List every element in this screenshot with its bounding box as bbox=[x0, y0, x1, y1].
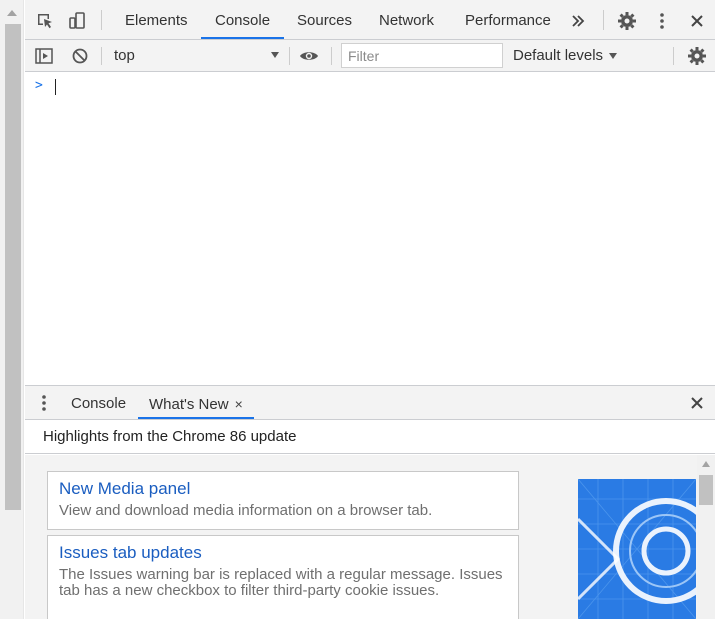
drawer-tab-whats-new-label: What's New bbox=[149, 396, 229, 413]
text-cursor bbox=[55, 79, 56, 95]
feature-card-title[interactable]: Issues tab updates bbox=[59, 543, 507, 563]
close-tab-icon[interactable]: × bbox=[235, 396, 243, 412]
close-drawer-icon[interactable] bbox=[685, 391, 709, 415]
feature-card[interactable]: Issues tab updates The Issues warning ba… bbox=[47, 535, 519, 619]
console-prompt-area[interactable]: > bbox=[25, 73, 715, 385]
context-select-value: top bbox=[114, 47, 135, 64]
drawer-menu-icon[interactable] bbox=[35, 392, 53, 414]
console-toolbar: top Default levels bbox=[25, 40, 715, 72]
dropdown-caret-icon bbox=[271, 52, 279, 58]
scroll-up-arrow-icon[interactable] bbox=[7, 10, 17, 16]
scrollbar-thumb[interactable] bbox=[699, 475, 713, 505]
whats-new-scrollbar[interactable] bbox=[697, 455, 715, 619]
dropdown-caret-icon bbox=[609, 53, 618, 60]
feature-card[interactable]: New Media panel View and download media … bbox=[47, 471, 519, 530]
feature-card-description: The Issues warning bar is replaced with … bbox=[59, 566, 503, 599]
main-toolbar: Elements Console Sources Network Perform… bbox=[25, 0, 715, 40]
more-options-icon[interactable] bbox=[652, 9, 672, 33]
console-settings-gear-icon[interactable] bbox=[685, 45, 709, 67]
tab-sources[interactable]: Sources bbox=[283, 0, 366, 39]
whats-new-content: New Media panel View and download media … bbox=[25, 455, 715, 619]
scrollbar-thumb[interactable] bbox=[5, 24, 21, 510]
chrome-update-hero-image bbox=[578, 479, 696, 619]
whats-new-header: Highlights from the Chrome 86 update bbox=[25, 420, 715, 454]
page-scrollbar[interactable] bbox=[0, 0, 24, 619]
tab-performance[interactable]: Performance bbox=[451, 0, 565, 39]
device-toolbar-icon[interactable] bbox=[65, 9, 89, 33]
settings-gear-icon[interactable] bbox=[615, 9, 639, 33]
log-levels-label: Default levels bbox=[513, 47, 604, 64]
tab-console[interactable]: Console bbox=[201, 0, 285, 39]
inspect-element-icon[interactable] bbox=[33, 9, 57, 33]
feature-card-description: View and download media information on a… bbox=[59, 502, 433, 519]
clear-console-icon[interactable] bbox=[69, 45, 91, 67]
toggle-sidebar-icon[interactable] bbox=[33, 45, 55, 67]
chevron-double-right-icon[interactable] bbox=[567, 10, 589, 32]
context-select[interactable]: top bbox=[105, 40, 285, 71]
tab-network[interactable]: Network bbox=[365, 0, 448, 39]
tab-elements[interactable]: Elements bbox=[111, 0, 202, 39]
live-expression-eye-icon[interactable] bbox=[297, 45, 321, 67]
feature-card-title[interactable]: New Media panel bbox=[59, 479, 507, 499]
filter-input[interactable] bbox=[341, 43, 503, 68]
drawer-toolbar: Console What's New × bbox=[25, 385, 715, 420]
drawer-tab-whats-new[interactable]: What's New × bbox=[138, 386, 254, 419]
close-devtools-icon[interactable] bbox=[685, 9, 709, 33]
prompt-chevron-icon: > bbox=[35, 78, 43, 93]
scroll-up-arrow-icon[interactable] bbox=[702, 461, 710, 467]
devtools-window: Elements Console Sources Network Perform… bbox=[25, 0, 715, 619]
log-levels-dropdown[interactable]: Default levels bbox=[513, 40, 618, 71]
drawer-tab-console[interactable]: Console bbox=[60, 386, 137, 419]
